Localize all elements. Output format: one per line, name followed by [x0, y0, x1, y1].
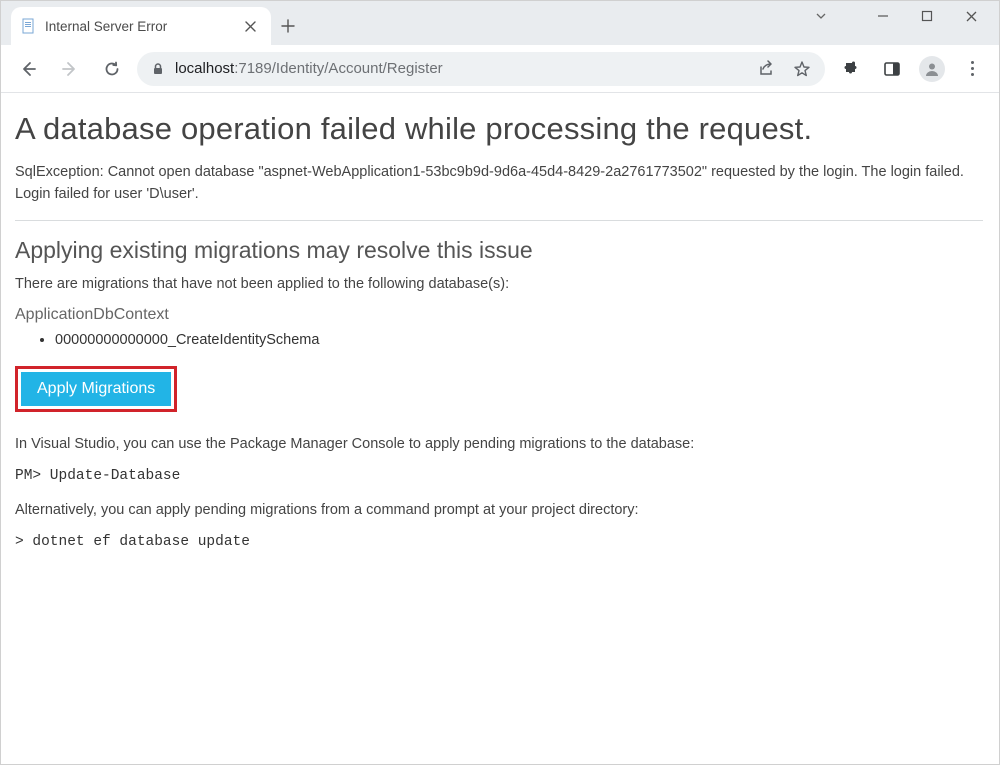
chevron-down-icon[interactable] [813, 8, 829, 24]
profile-avatar[interactable] [919, 56, 945, 82]
back-button[interactable] [11, 52, 45, 86]
migrations-heading: Applying existing migrations may resolve… [15, 237, 983, 264]
toolbar-actions [833, 56, 989, 82]
menu-button[interactable] [959, 56, 985, 82]
minimize-button[interactable] [875, 8, 891, 24]
share-icon[interactable] [753, 56, 779, 82]
divider [15, 220, 983, 221]
exception-message: SqlException: Cannot open database "aspn… [15, 161, 983, 206]
window-controls [795, 1, 997, 31]
error-heading: A database operation failed while proces… [15, 111, 983, 147]
url-host: localhost [175, 60, 234, 77]
visual-studio-hint: In Visual Studio, you can use the Packag… [15, 436, 983, 452]
tab-close-button[interactable] [241, 17, 259, 35]
reload-button[interactable] [95, 52, 129, 86]
url-path: :7189/Identity/Account/Register [234, 60, 442, 77]
page-content: A database operation failed while proces… [1, 93, 999, 592]
new-tab-button[interactable] [271, 7, 305, 45]
close-window-button[interactable] [963, 8, 979, 24]
cli-command: > dotnet ef database update [15, 534, 250, 550]
migrations-intro: There are migrations that have not been … [15, 276, 983, 292]
apply-migrations-button[interactable]: Apply Migrations [21, 372, 171, 406]
migration-list: 00000000000000_CreateIdentitySchema [55, 332, 983, 348]
url-text: localhost:7189/Identity/Account/Register [175, 60, 443, 77]
bookmark-star-icon[interactable] [789, 56, 815, 82]
window-titlebar: Internal Server Error [1, 1, 999, 45]
extensions-icon[interactable] [839, 56, 865, 82]
cli-hint: Alternatively, you can apply pending mig… [15, 502, 983, 518]
db-context-name: ApplicationDbContext [15, 306, 983, 324]
lock-icon [151, 62, 165, 76]
tab-title: Internal Server Error [45, 19, 233, 34]
browser-tab[interactable]: Internal Server Error [11, 7, 271, 45]
apply-migrations-highlight: Apply Migrations [15, 366, 177, 412]
address-bar[interactable]: localhost:7189/Identity/Account/Register [137, 52, 825, 86]
side-panel-icon[interactable] [879, 56, 905, 82]
migration-item: 00000000000000_CreateIdentitySchema [55, 332, 983, 348]
forward-button[interactable] [53, 52, 87, 86]
pm-command: PM> Update-Database [15, 468, 180, 484]
page-favicon-icon [21, 18, 37, 34]
browser-toolbar: localhost:7189/Identity/Account/Register [1, 45, 999, 93]
maximize-button[interactable] [919, 8, 935, 24]
